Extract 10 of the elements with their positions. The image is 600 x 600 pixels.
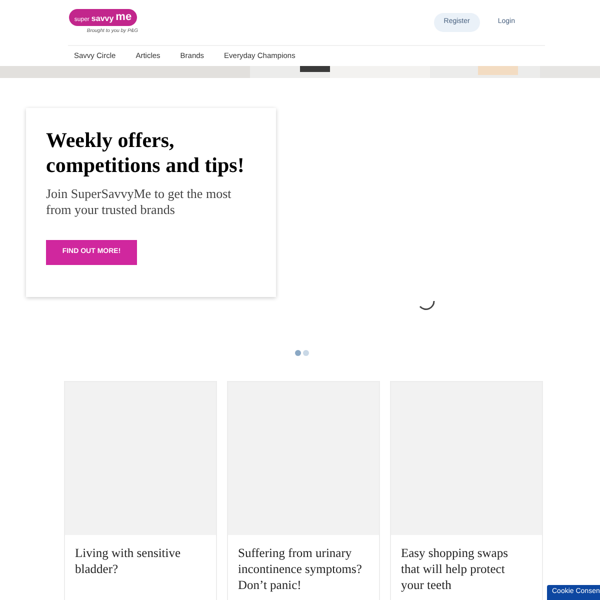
promo-text: Join SuperSavvyMe to get the most from your trusted brands xyxy=(46,186,232,218)
article-card[interactable]: Living with sensitive bladder? xyxy=(64,381,217,600)
article-title: Easy shopping swaps that will help protect your teeth xyxy=(400,545,509,593)
logo-text: me xyxy=(116,12,132,24)
article-title: Suffering from urinary incontinence symptoms? Don’t panic! xyxy=(237,545,363,593)
article-title: Living with sensitive bladder? xyxy=(74,545,182,577)
promo-title: Weekly offers, competitions and tips! xyxy=(46,128,246,178)
logo-text: savvy xyxy=(91,15,114,24)
article-card[interactable]: Easy shopping swaps that will help protect your teeth xyxy=(390,381,543,600)
article-card[interactable]: Suffering from urinary incontinence symptoms? Don’t panic! xyxy=(227,381,380,600)
